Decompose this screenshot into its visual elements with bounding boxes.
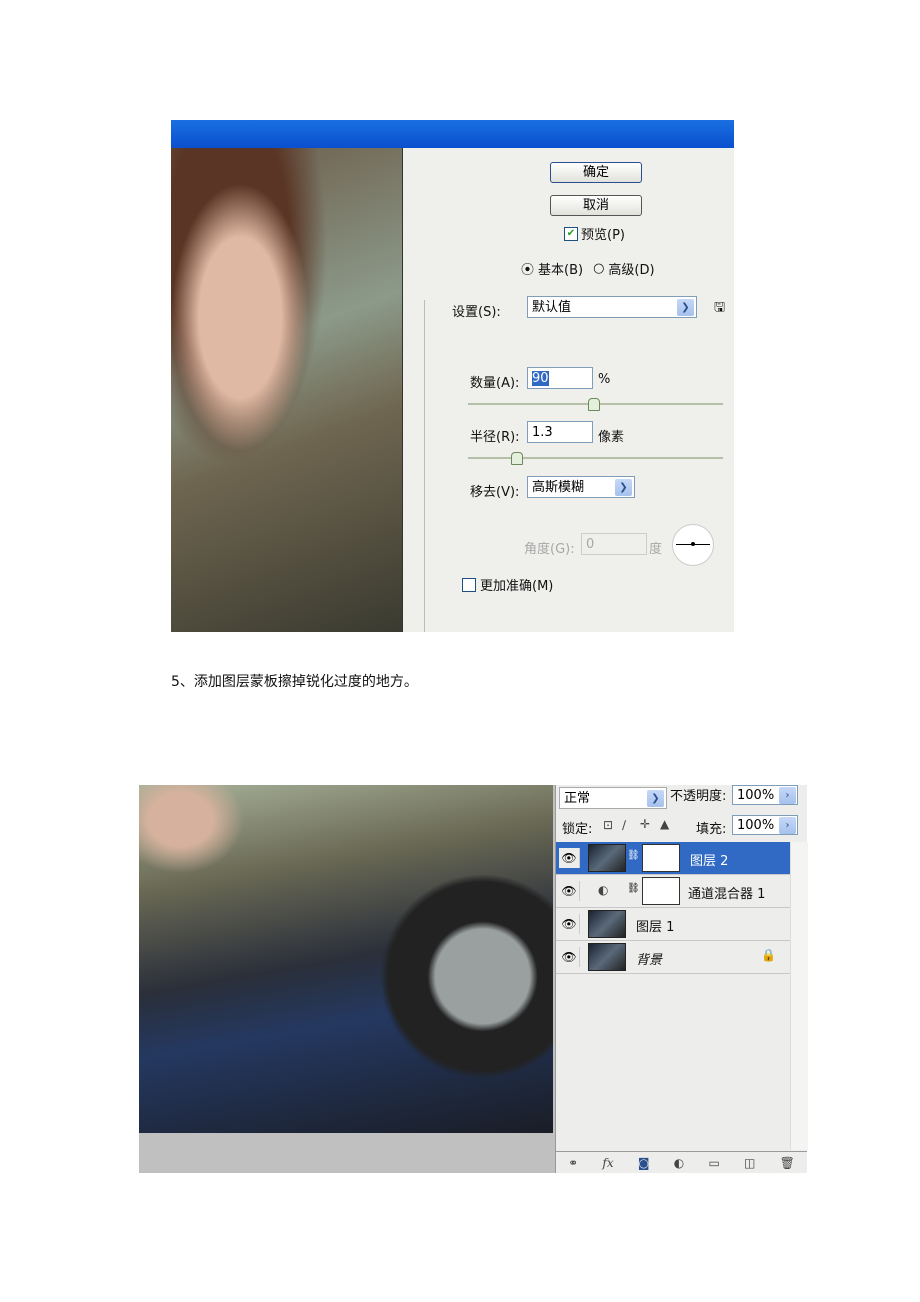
chevron-right-icon[interactable]: › xyxy=(779,817,796,834)
adjustment-layer-icon: ◐ xyxy=(598,883,609,897)
link-icon[interactable]: ⚭ xyxy=(568,1156,578,1170)
eye-icon[interactable]: 👁 xyxy=(559,848,580,868)
settings-select[interactable]: 默认值 ❯ xyxy=(527,296,697,318)
document-page: 确定 取消 ✔ 预览(P) ⦿ 基本(B) ○ 高级(D) 设置(S): 默认值… xyxy=(0,0,920,1302)
save-settings-icon[interactable]: 🖫 xyxy=(714,298,725,320)
lock-transparent-icon[interactable]: ⊡ xyxy=(603,818,613,832)
layer-name: 通道混合器 1 xyxy=(688,887,766,902)
more-accurate-label: 更加准确(M) xyxy=(480,579,554,594)
step-caption: 5、添加图层蒙板擦掉锐化过度的地方。 xyxy=(171,674,418,690)
mask-icon[interactable]: ◙ xyxy=(638,1156,650,1170)
chevron-down-icon[interactable]: ❯ xyxy=(615,479,632,496)
layer-thumbnail xyxy=(588,943,626,971)
chevron-down-icon[interactable]: ❯ xyxy=(677,299,694,316)
settings-value: 默认值 xyxy=(532,300,572,315)
layer-thumbnail xyxy=(588,844,626,872)
amount-slider-thumb[interactable] xyxy=(588,398,600,411)
smart-sharpen-dialog: 确定 取消 ✔ 预览(P) ⦿ 基本(B) ○ 高级(D) 设置(S): 默认值… xyxy=(171,120,734,632)
lock-brush-icon[interactable]: ∕ xyxy=(622,818,626,832)
chevron-down-icon[interactable]: ❯ xyxy=(647,790,664,807)
angle-unit: 度 xyxy=(649,542,663,557)
eye-icon[interactable]: 👁 xyxy=(559,947,580,967)
layer-row[interactable]: 👁 ⛓ 图层 2 xyxy=(556,842,790,875)
scrollbar[interactable] xyxy=(790,842,808,1150)
opacity-input[interactable]: 100% › xyxy=(732,785,798,805)
amount-value: 90 xyxy=(532,371,549,386)
angle-dial[interactable] xyxy=(672,524,714,566)
eye-icon[interactable]: 👁 xyxy=(559,881,580,901)
canvas-image xyxy=(139,785,553,1133)
layer-row[interactable]: 👁 背景 🔒 xyxy=(556,941,790,974)
layer-row[interactable]: 👁 ◐ ⛓ 通道混合器 1 xyxy=(556,875,790,908)
settings-label: 设置(S): xyxy=(452,305,501,320)
cancel-button[interactable]: 取消 xyxy=(550,195,642,216)
radius-slider-thumb[interactable] xyxy=(511,452,523,465)
chain-icon[interactable]: ⛓ xyxy=(627,883,640,894)
opacity-label: 不透明度: xyxy=(670,789,727,804)
radius-input[interactable]: 1.3 xyxy=(527,421,593,443)
remove-label: 移去(V): xyxy=(470,485,520,500)
adjustment-icon[interactable]: ◐ xyxy=(674,1156,684,1170)
folder-icon[interactable]: ▭ xyxy=(708,1156,719,1170)
trash-icon[interactable]: 🗑 xyxy=(780,1156,795,1170)
blend-mode-value: 正常 xyxy=(564,791,591,806)
layers-panel: 正常 ❯ 不透明度: 100% › 锁定: ⊡ ∕ ✛ ▲ 填充: 100% › 👁… xyxy=(555,785,808,1174)
mode-radios: ⦿ 基本(B) ○ 高级(D) xyxy=(521,259,655,278)
radio-advanced-icon[interactable]: ○ xyxy=(593,261,604,276)
lock-move-icon[interactable]: ✛ xyxy=(640,817,650,831)
radius-label: 半径(R): xyxy=(470,430,520,445)
lock-all-icon[interactable]: ▲ xyxy=(660,817,669,831)
preview-checkbox-row[interactable]: ✔ 预览(P) xyxy=(564,224,625,243)
radius-slider[interactable] xyxy=(468,457,723,459)
fill-input[interactable]: 100% › xyxy=(732,815,798,835)
amount-input[interactable]: 90 xyxy=(527,367,593,389)
layer-name: 背景 xyxy=(636,953,663,968)
layer-name: 图层 2 xyxy=(690,854,729,869)
lock-icon: 🔒 xyxy=(761,948,776,962)
more-accurate-checkbox[interactable] xyxy=(462,577,476,592)
more-accurate-row[interactable]: 更加准确(M) xyxy=(462,575,553,594)
lock-label: 锁定: xyxy=(562,822,593,837)
preview-image xyxy=(171,148,403,632)
remove-value: 高斯模糊 xyxy=(532,480,585,495)
layers-footer: ⚭ fx ◙ ◐ ▭ ◫ 🗑 xyxy=(556,1151,807,1174)
angle-input[interactable]: 0 xyxy=(581,533,647,555)
mask-thumbnail[interactable] xyxy=(642,877,680,905)
preview-checkbox[interactable]: ✔ xyxy=(564,226,578,241)
chevron-right-icon[interactable]: › xyxy=(779,787,796,804)
radio-basic-label[interactable]: 基本(B) xyxy=(538,259,583,278)
layer-row[interactable]: 👁 图层 1 xyxy=(556,908,790,941)
fx-icon[interactable]: fx xyxy=(602,1156,613,1170)
remove-select[interactable]: 高斯模糊 ❯ xyxy=(527,476,635,498)
radio-basic-icon[interactable]: ⦿ xyxy=(521,259,534,278)
amount-label: 数量(A): xyxy=(470,376,520,391)
radius-unit: 像素 xyxy=(598,430,625,445)
layer-name: 图层 1 xyxy=(636,920,675,935)
mask-thumbnail[interactable] xyxy=(642,844,680,872)
blend-mode-select[interactable]: 正常 ❯ xyxy=(559,787,667,809)
angle-label: 角度(G): xyxy=(524,542,575,557)
title-bar xyxy=(171,120,734,148)
layers-screenshot: 正常 ❯ 不透明度: 100% › 锁定: ⊡ ∕ ✛ ▲ 填充: 100% › 👁… xyxy=(139,785,808,1174)
group-divider xyxy=(424,300,425,632)
radio-advanced-label[interactable]: 高级(D) xyxy=(608,259,654,278)
fill-label: 填充: xyxy=(696,822,727,837)
fill-value: 100% xyxy=(737,818,775,833)
amount-unit: % xyxy=(598,372,611,387)
preview-label: 预览(P) xyxy=(581,228,625,243)
eye-icon[interactable]: 👁 xyxy=(559,914,580,934)
layer-thumbnail xyxy=(588,910,626,938)
new-layer-icon[interactable]: ◫ xyxy=(744,1156,755,1170)
chain-icon[interactable]: ⛓ xyxy=(627,850,640,861)
opacity-value: 100% xyxy=(737,788,775,803)
ok-button[interactable]: 确定 xyxy=(550,162,642,183)
